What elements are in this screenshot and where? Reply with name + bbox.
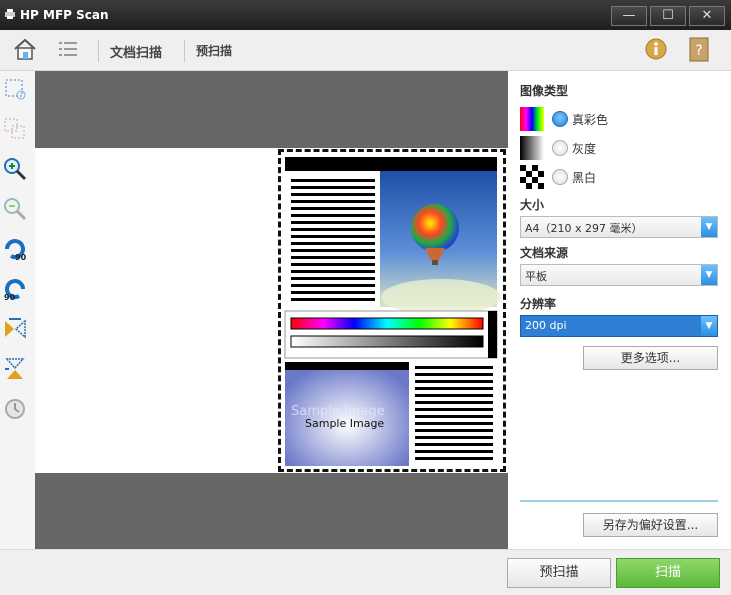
info-icon[interactable] [644, 38, 668, 62]
scan-selection-frame[interactable]: Sample Image Sample Image [278, 149, 506, 472]
chevron-down-icon: ▼ [701, 217, 717, 237]
black-white-icon [520, 165, 544, 189]
document-source-label: 文档来源 [520, 246, 569, 260]
save-preferences-button[interactable]: 另存为偏好设置... [583, 513, 718, 537]
grayscale-label: 灰度 [572, 142, 597, 156]
sample-label-text: Sample Image [305, 417, 384, 430]
scan-button[interactable]: 扫描 [616, 558, 720, 588]
maximize-icon: ☐ [662, 8, 674, 23]
prescan-button[interactable]: 预扫描 [507, 558, 611, 588]
grayscale-radio[interactable] [552, 140, 568, 156]
rotate-left-90-icon[interactable]: 90 [3, 237, 27, 261]
window-title: HP MFP Scan [20, 8, 109, 22]
tab-document-scan[interactable]: 文档扫描 [110, 42, 162, 61]
size-value: A4（210 x 297 毫米） [525, 222, 643, 235]
sample-document-image: Sample Image Sample Image [281, 152, 503, 469]
document-source-value: 平板 [525, 270, 547, 283]
size-label: 大小 [520, 198, 545, 212]
settings-panel: 图像类型 真彩色 灰度 黑白 大小 A4（210 x 297 毫米） ▼ 文档来… [508, 71, 731, 549]
flip-horizontal-icon[interactable] [3, 317, 27, 341]
black-white-label: 黑白 [572, 171, 597, 185]
chevron-down-icon: ▼ [701, 316, 717, 336]
true-color-label: 真彩色 [572, 113, 609, 127]
svg-text:90: 90 [15, 253, 27, 261]
grayscale-icon [520, 136, 544, 160]
multi-select-icon[interactable] [3, 117, 27, 141]
toolbar-separator [98, 40, 99, 62]
true-color-radio[interactable] [552, 111, 568, 127]
left-toolbar: 90 90 [0, 71, 35, 549]
document-source-select[interactable]: 平板 ▼ [520, 264, 718, 286]
true-color-icon [520, 107, 544, 131]
resolution-select[interactable]: 200 dpi ▼ [520, 315, 718, 337]
printer-app-icon [5, 9, 15, 19]
bottom-action-bar: 预扫描 扫描 [0, 549, 731, 595]
resolution-label: 分辨率 [520, 297, 557, 311]
help-book-icon[interactable]: ? [688, 37, 710, 63]
reset-icon[interactable] [3, 397, 27, 421]
home-icon[interactable] [12, 37, 38, 61]
size-select[interactable]: A4（210 x 297 毫米） ▼ [520, 216, 718, 238]
maximize-button[interactable]: ☐ [650, 6, 686, 26]
list-icon[interactable] [58, 39, 78, 59]
close-button[interactable]: ✕ [689, 6, 725, 26]
svg-text:90: 90 [4, 293, 16, 301]
top-toolbar: 文档扫描 预扫描 ? [0, 30, 731, 71]
tab-prescan[interactable]: 预扫描 [196, 42, 232, 59]
close-icon: ✕ [701, 8, 713, 23]
chevron-down-icon: ▼ [701, 265, 717, 285]
svg-text:?: ? [695, 43, 702, 59]
scan-preview-area[interactable]: Sample Image Sample Image [35, 71, 508, 549]
black-white-radio[interactable] [552, 169, 568, 185]
more-options-button[interactable]: 更多选项... [583, 346, 718, 370]
resolution-value: 200 dpi [525, 319, 567, 332]
flip-vertical-icon[interactable] [3, 357, 27, 381]
minimize-icon: — [622, 8, 636, 23]
toolbar-separator [184, 40, 185, 62]
rotate-right-90-icon[interactable]: 90 [3, 277, 27, 301]
minimize-button[interactable]: — [611, 6, 647, 26]
title-bar: HP MFP Scan — ☐ ✕ [0, 0, 731, 30]
zoom-in-icon[interactable] [3, 157, 27, 181]
image-type-label: 图像类型 [520, 84, 569, 98]
panel-divider [520, 500, 718, 502]
select-area-icon[interactable] [3, 77, 27, 101]
zoom-out-icon[interactable] [3, 197, 27, 221]
